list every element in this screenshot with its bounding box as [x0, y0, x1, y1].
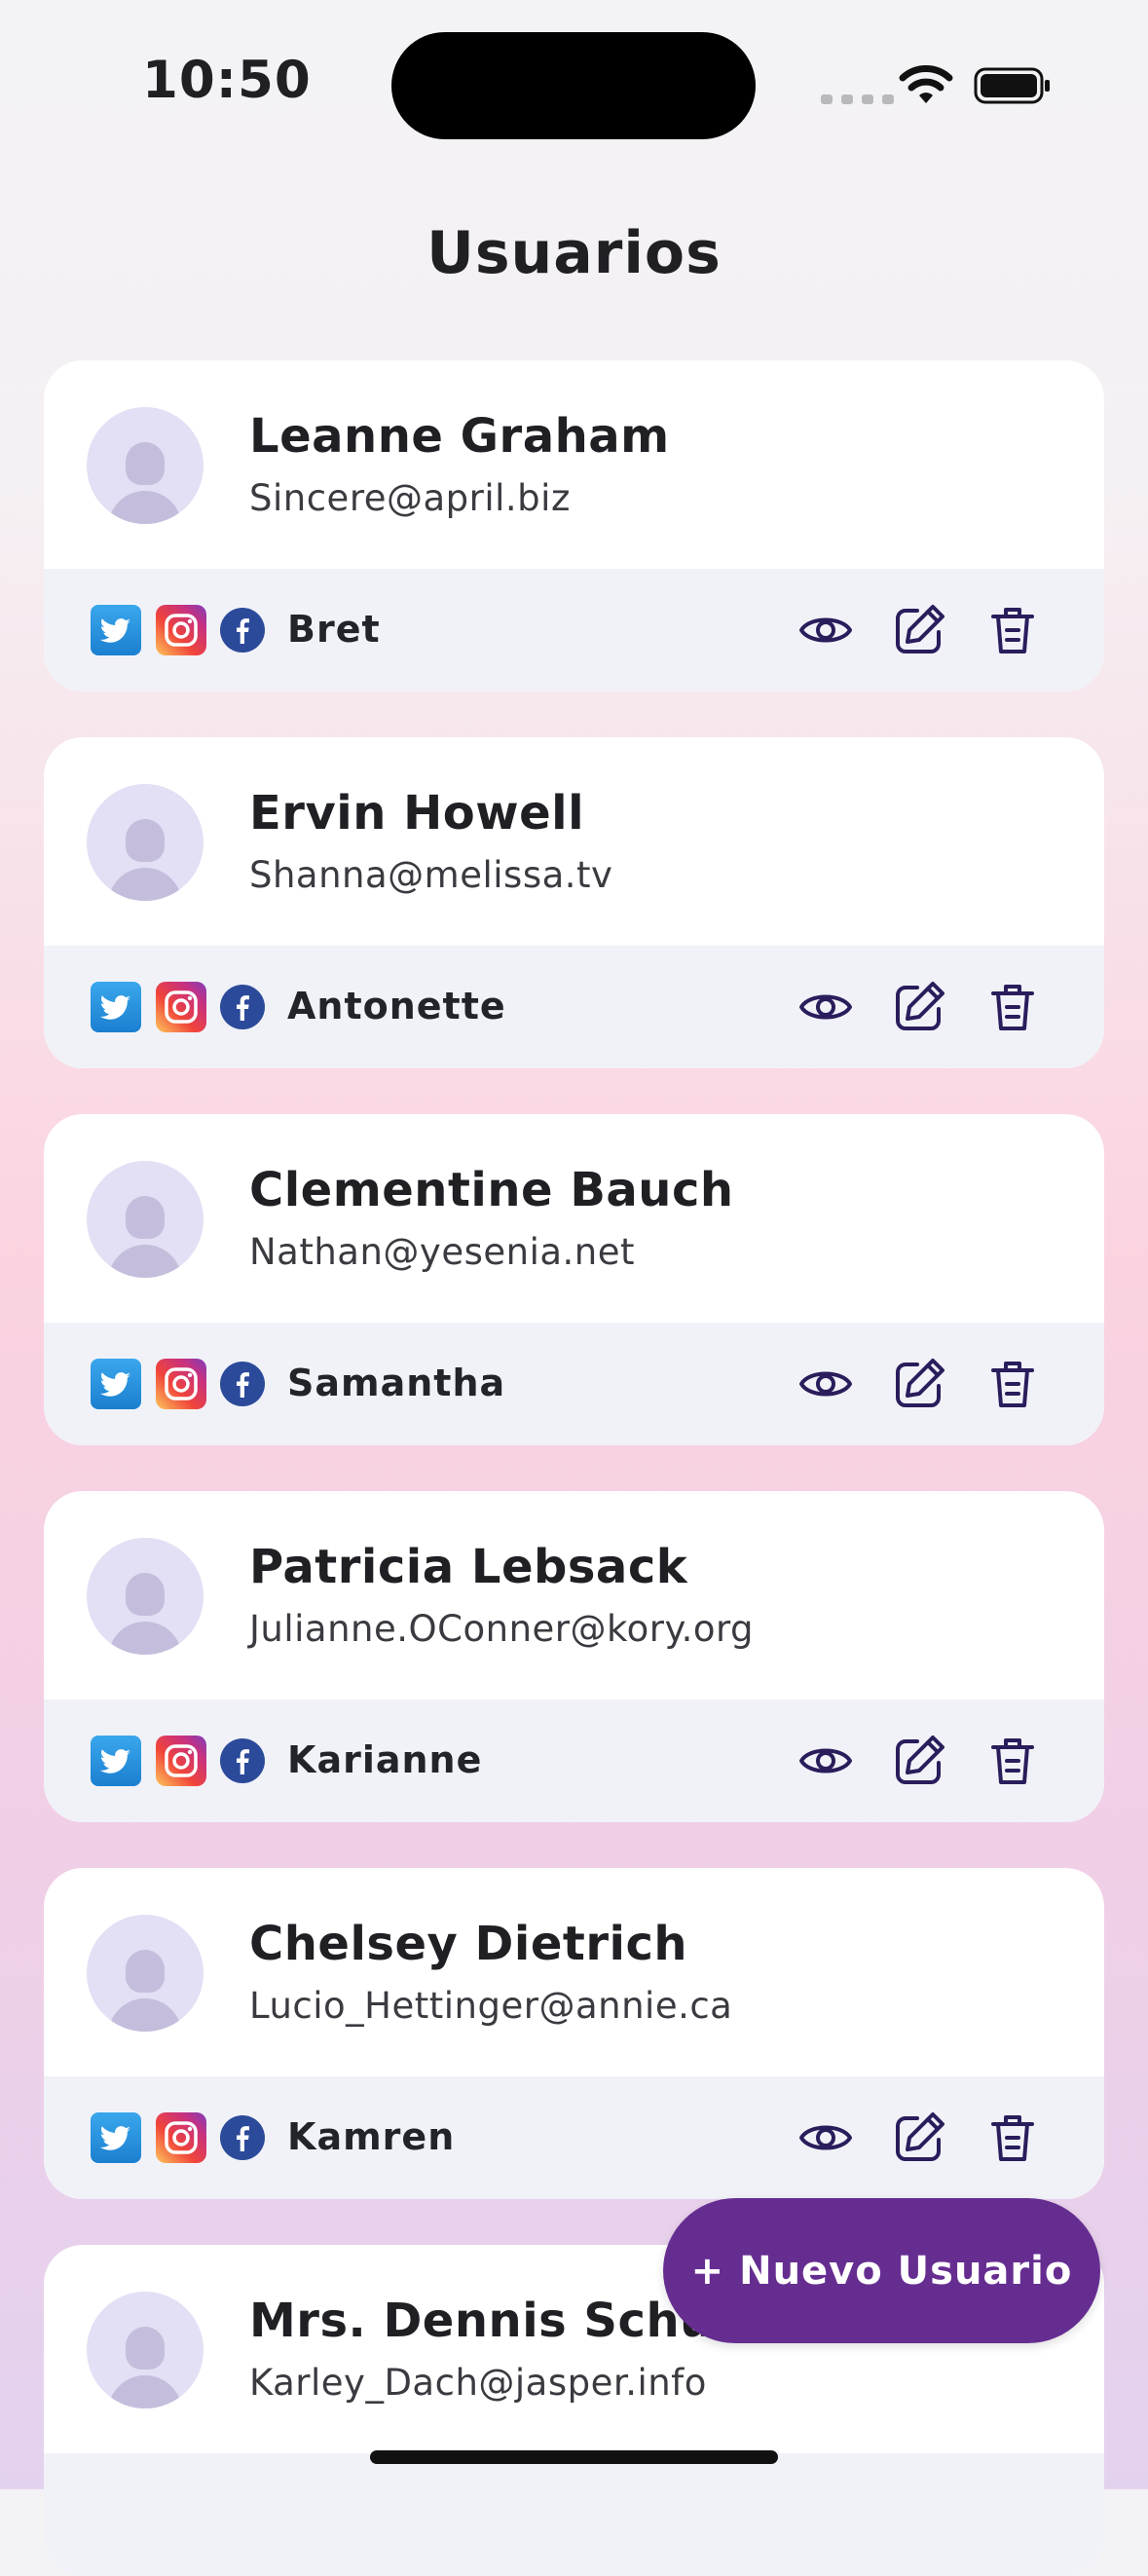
- user-email: Julianne.OConner@kory.org: [249, 1608, 755, 1650]
- twitter-icon[interactable]: [91, 982, 141, 1032]
- edit-icon[interactable]: [890, 978, 948, 1036]
- instagram-icon[interactable]: [156, 605, 206, 655]
- user-name: Ervin Howell: [249, 786, 585, 840]
- eye-icon[interactable]: [796, 2109, 855, 2167]
- facebook-icon[interactable]: [220, 2115, 265, 2160]
- status-time: 10:50: [142, 51, 312, 110]
- trash-icon[interactable]: [983, 978, 1042, 1036]
- user-username: Bret: [287, 608, 381, 651]
- user-card: Patricia Lebsack Julianne.OConner@kory.o…: [44, 1491, 1104, 1822]
- user-username: Samantha: [287, 1362, 506, 1404]
- user-email: Shanna@melissa.tv: [249, 854, 613, 896]
- user-name: Leanne Graham: [249, 409, 670, 464]
- facebook-icon[interactable]: [220, 608, 265, 653]
- user-email: Nathan@yesenia.net: [249, 1231, 636, 1273]
- trash-icon[interactable]: [983, 1732, 1042, 1790]
- user-name: Clementine Bauch: [249, 1163, 734, 1217]
- user-card: Leanne Graham Sincere@april.biz Bret: [44, 360, 1104, 691]
- trash-icon[interactable]: [983, 1355, 1042, 1413]
- avatar: [87, 1161, 204, 1278]
- instagram-icon[interactable]: [156, 1359, 206, 1409]
- user-email: Sincere@april.biz: [249, 477, 571, 519]
- edit-icon[interactable]: [890, 1355, 948, 1413]
- instagram-icon[interactable]: [156, 1736, 206, 1786]
- avatar: [87, 784, 204, 901]
- dynamic-island: [391, 32, 756, 139]
- user-username: Antonette: [287, 985, 506, 1027]
- user-username: Karianne: [287, 1738, 483, 1781]
- user-card: Chelsey Dietrich Lucio_Hettinger@annie.c…: [44, 1868, 1104, 2199]
- eye-icon[interactable]: [796, 978, 855, 1036]
- user-email: Lucio_Hettinger@annie.ca: [249, 1985, 733, 2027]
- user-name: Chelsey Dietrich: [249, 1917, 688, 1971]
- user-card: Clementine Bauch Nathan@yesenia.net Sama…: [44, 1114, 1104, 1445]
- page-title: Usuarios: [426, 219, 722, 287]
- eye-icon[interactable]: [796, 1732, 855, 1790]
- avatar: [87, 1915, 204, 2032]
- facebook-icon[interactable]: [220, 985, 265, 1029]
- twitter-icon[interactable]: [91, 605, 141, 655]
- cellular-signal-icon: [821, 94, 894, 104]
- new-user-button[interactable]: + Nuevo Usuario: [663, 2198, 1100, 2343]
- edit-icon[interactable]: [890, 1732, 948, 1790]
- eye-icon[interactable]: [796, 601, 855, 659]
- wifi-icon: [899, 65, 953, 103]
- home-indicator: [370, 2450, 778, 2464]
- user-name: Patricia Lebsack: [249, 1540, 688, 1594]
- edit-icon[interactable]: [890, 601, 948, 659]
- user-username: Kamren: [287, 2115, 456, 2158]
- trash-icon[interactable]: [983, 601, 1042, 659]
- avatar: [87, 407, 204, 524]
- instagram-icon[interactable]: [156, 982, 206, 1032]
- twitter-icon[interactable]: [91, 1359, 141, 1409]
- twitter-icon[interactable]: [91, 2112, 141, 2163]
- facebook-icon[interactable]: [220, 1362, 265, 1406]
- avatar: [87, 2292, 204, 2408]
- eye-icon[interactable]: [796, 1355, 855, 1413]
- avatar: [87, 1538, 204, 1655]
- twitter-icon[interactable]: [91, 1736, 141, 1786]
- edit-icon[interactable]: [890, 2109, 948, 2167]
- battery-icon: [974, 67, 1050, 104]
- user-card: Ervin Howell Shanna@melissa.tv Antonette: [44, 737, 1104, 1068]
- user-email: Karley_Dach@jasper.info: [249, 2362, 707, 2404]
- trash-icon[interactable]: [983, 2109, 1042, 2167]
- instagram-icon[interactable]: [156, 2112, 206, 2163]
- facebook-icon[interactable]: [220, 1738, 265, 1783]
